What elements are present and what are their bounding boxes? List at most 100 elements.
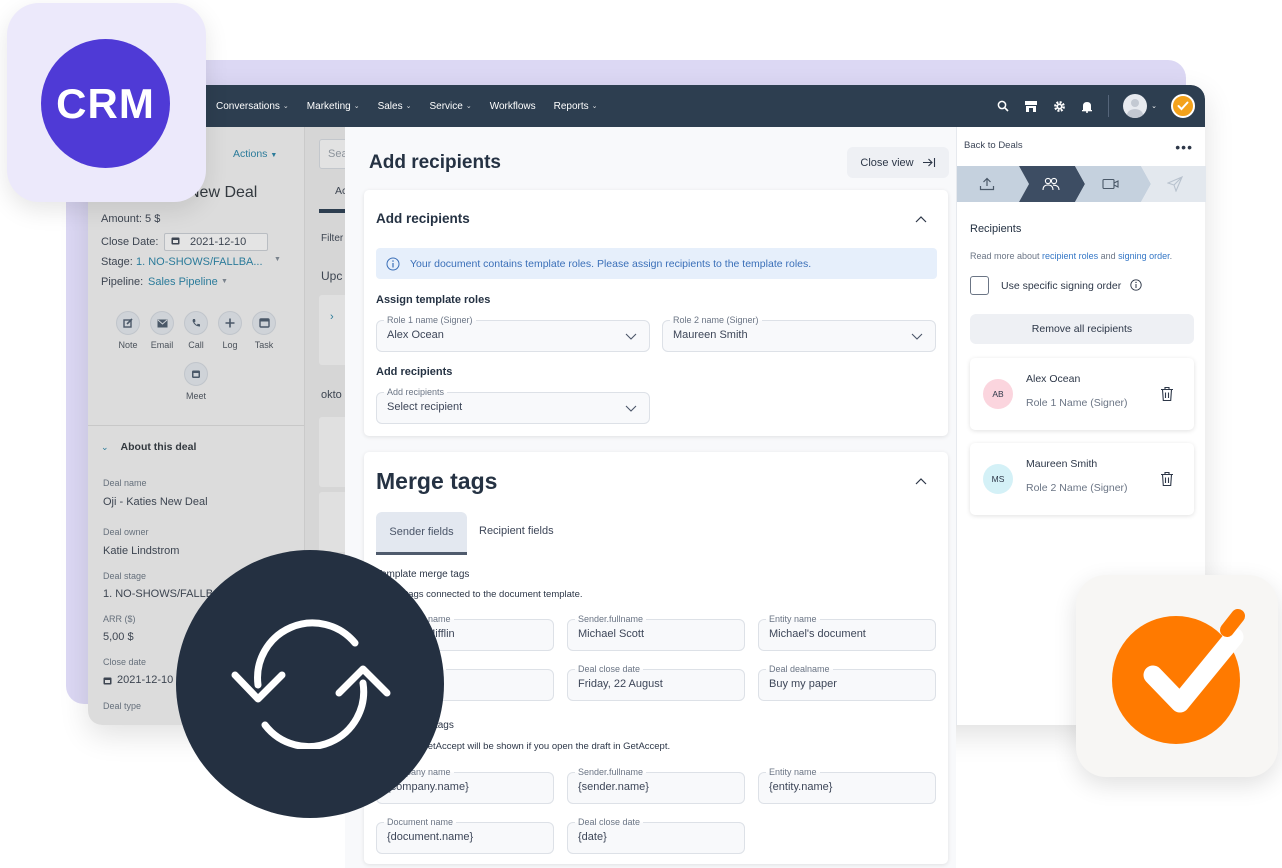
users-icon <box>1042 177 1060 191</box>
role-2-select[interactable]: Role 2 name (Signer) Maureen Smith <box>662 315 936 352</box>
field-value: {document.name} <box>387 831 474 843</box>
email-label: Email <box>150 340 174 350</box>
signing-order-link[interactable]: signing order <box>1118 251 1170 261</box>
getaccept-icon[interactable] <box>1171 94 1195 118</box>
crm-logo: CRM <box>41 39 170 168</box>
task-button[interactable]: Task <box>246 311 282 350</box>
recipient-card[interactable]: MS Maureen Smith Role 2 Name (Signer) <box>970 443 1194 515</box>
stage-label: Stage: <box>101 256 133 268</box>
field-value: Michael's document <box>769 628 866 640</box>
recipient-role: Role 1 Name (Signer) <box>1026 397 1128 409</box>
field-label: Sender.fullname <box>575 614 647 624</box>
step-recipients[interactable] <box>1039 166 1063 202</box>
merge-field[interactable]: Sender.fullname Michael Scott <box>567 614 745 651</box>
call-button[interactable]: Call <box>178 311 214 350</box>
task-icon <box>252 311 276 335</box>
nav-item-reports[interactable]: Reports ⌄ <box>554 101 598 112</box>
chevron-up-icon[interactable] <box>914 474 928 488</box>
property-label: ARR ($) <box>103 614 136 624</box>
nav-item-marketing[interactable]: Marketing ⌄ <box>307 101 360 112</box>
add-recipients-label: Add recipients <box>376 366 453 378</box>
recipient-role: Role 2 Name (Signer) <box>1026 482 1128 494</box>
chevron-down-icon: ⌄ <box>101 441 109 452</box>
role-1-select[interactable]: Role 1 name (Signer) Alex Ocean <box>376 315 650 352</box>
merge-field[interactable]: Deal dealname Buy my paper <box>758 664 936 701</box>
getaccept-logo <box>1112 609 1245 744</box>
field-value: Buy my paper <box>769 678 837 690</box>
field-label: Document name <box>384 817 457 827</box>
chevron-up-icon[interactable] <box>914 212 928 226</box>
property-label: Deal owner <box>103 527 149 537</box>
meet-label: Meet <box>185 391 206 401</box>
about-deal-toggle[interactable]: ⌄ About this deal <box>101 441 196 453</box>
page-title: Add recipients <box>369 152 501 173</box>
assign-roles-label: Assign template roles <box>376 294 491 306</box>
trash-icon[interactable] <box>1160 386 1174 402</box>
nav-item-conversations[interactable]: Conversations ⌄ <box>216 101 289 112</box>
stage-value[interactable]: 1. NO-SHOWS/FALLBA... <box>136 256 263 268</box>
caret-down-icon[interactable]: ▼ <box>274 256 281 263</box>
property-value[interactable]: Oji - Katies New Deal <box>103 496 208 508</box>
property-label: Deal type <box>103 701 142 711</box>
divider <box>88 425 304 426</box>
merge-field[interactable]: Deal close date Friday, 22 August <box>567 664 745 701</box>
meet-button[interactable]: Meet <box>178 362 214 401</box>
add-recipients-card: Add recipients Your document contains te… <box>364 190 948 436</box>
recipient-card[interactable]: AB Alex Ocean Role 1 Name (Signer) <box>970 358 1194 430</box>
info-icon <box>1130 279 1142 291</box>
account-menu[interactable]: ⌄ <box>1123 94 1157 118</box>
merge-tags-card: Merge tags Sender fields Recipient field… <box>364 452 948 864</box>
merge-field[interactable]: Entity name {entity.name} <box>758 767 936 804</box>
trash-icon[interactable] <box>1160 471 1174 487</box>
back-to-deals-link[interactable]: Back to Deals <box>964 140 1023 151</box>
close-date-input[interactable]: 2021-12-10 <box>164 233 268 251</box>
note-button[interactable]: Note <box>110 311 146 350</box>
filter-label[interactable]: Filter <box>321 233 343 244</box>
search-icon[interactable] <box>996 99 1010 113</box>
merge-field[interactable]: Document name {document.name} <box>376 817 554 854</box>
remove-all-recipients-button[interactable]: Remove all recipients <box>970 314 1194 344</box>
actions-label: Actions <box>233 148 268 160</box>
property-value[interactable]: Katie Lindstrom <box>103 545 179 557</box>
step-send[interactable] <box>1163 166 1187 202</box>
property-value[interactable]: 5,00 $ <box>103 631 134 643</box>
step-upload[interactable] <box>975 166 999 202</box>
property-value[interactable]: 1. NO-SHOWS/FALLB <box>103 588 213 600</box>
help-text: Read more about <box>970 251 1043 261</box>
pipeline-label: Pipeline: <box>101 276 144 288</box>
add-recipient-select[interactable]: Add recipients Select recipient <box>376 387 650 424</box>
merge-field[interactable]: Sender.fullname {sender.name} <box>567 767 745 804</box>
close-date-text: 2021-12-10 <box>117 674 174 686</box>
pipeline-value[interactable]: Sales Pipeline <box>148 276 218 288</box>
info-icon <box>386 257 400 270</box>
property-label: Close date <box>103 657 147 667</box>
merge-field[interactable]: Deal close date {date} <box>567 817 745 854</box>
signing-order-checkbox[interactable] <box>970 276 989 295</box>
field-label: Deal close date <box>575 817 644 827</box>
more-options-icon[interactable]: ••• <box>1175 139 1193 155</box>
tab-recipient-fields[interactable]: Recipient fields <box>479 525 554 537</box>
bell-icon[interactable] <box>1080 99 1094 113</box>
merge-field[interactable]: Entity name Michael's document <box>758 614 936 651</box>
recipient-roles-link[interactable]: recipient roles <box>1042 251 1098 261</box>
gear-icon[interactable] <box>1052 99 1066 113</box>
recipient-name: Alex Ocean <box>1026 373 1081 385</box>
email-button[interactable]: Email <box>144 311 180 350</box>
step-video[interactable] <box>1099 166 1123 202</box>
marketplace-icon[interactable] <box>1024 99 1038 113</box>
caret-down-icon[interactable]: ▼ <box>221 278 228 285</box>
property-value[interactable]: 2021-12-10 <box>103 674 173 686</box>
checkbox-label: Use specific signing order <box>1001 280 1122 292</box>
log-button[interactable]: Log <box>212 311 248 350</box>
tab-sender-fields[interactable]: Sender fields <box>376 512 467 555</box>
field-value: {entity.name} <box>769 781 833 793</box>
field-value: {date} <box>578 831 607 843</box>
nav-item-workflows[interactable]: Workflows <box>490 101 536 112</box>
nav-item-service[interactable]: Service ⌄ <box>429 101 471 112</box>
crm-badge: CRM <box>7 3 206 202</box>
actions-dropdown[interactable]: Actions ▼ <box>233 148 277 160</box>
nav-item-sales[interactable]: Sales ⌄ <box>378 101 412 112</box>
getaccept-badge <box>1076 575 1278 777</box>
calendar-icon <box>184 362 208 386</box>
close-view-button[interactable]: Close view <box>847 147 949 178</box>
